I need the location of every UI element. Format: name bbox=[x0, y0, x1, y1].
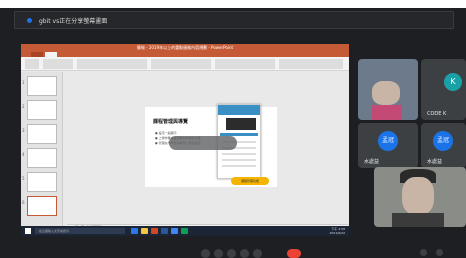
more-icon[interactable] bbox=[253, 249, 262, 258]
participant-avatar: K bbox=[444, 73, 462, 91]
thumb-number: 3 bbox=[22, 128, 25, 133]
slide-editing-area: 課程管理與導覽 ● 設定一般顯示 ● 上傳作業或其他教材的檔案內容 ● 管理在學… bbox=[67, 74, 349, 224]
explorer-icon[interactable] bbox=[141, 228, 148, 234]
participant-name: 水處益 bbox=[364, 159, 380, 165]
participant-face bbox=[372, 81, 400, 105]
participant-name: 水處益 bbox=[427, 159, 443, 165]
sharing-indicator-icon bbox=[27, 18, 32, 23]
ribbon-slides-group[interactable] bbox=[43, 59, 73, 69]
people-icon[interactable] bbox=[436, 249, 443, 256]
participant-shirt bbox=[372, 105, 402, 120]
participant-name: CODE K bbox=[427, 111, 447, 117]
participant-video-tile[interactable] bbox=[374, 167, 466, 227]
phone-row bbox=[222, 153, 256, 155]
camera-icon[interactable] bbox=[214, 249, 223, 258]
thumb-number: 1 bbox=[22, 80, 25, 85]
phone-row bbox=[222, 159, 256, 161]
phone-header bbox=[218, 105, 260, 115]
slide-thumbnail[interactable] bbox=[27, 100, 57, 120]
participant-video-tile[interactable] bbox=[358, 59, 418, 120]
slide-thumbnail[interactable] bbox=[27, 172, 57, 192]
chrome-icon[interactable] bbox=[171, 228, 178, 234]
meet-window-title: gbit vs正在分享螢幕畫面 bbox=[39, 18, 108, 25]
participant-tile-code-k[interactable]: K CODE K bbox=[421, 59, 466, 120]
ribbon-paste-group[interactable] bbox=[25, 59, 39, 69]
meet-sharing-overlay-pill[interactable] bbox=[169, 136, 237, 150]
meet-icon[interactable] bbox=[181, 228, 188, 234]
powerpoint-icon[interactable] bbox=[151, 228, 158, 234]
participant-tile[interactable]: 孟冠 水處益 bbox=[358, 123, 418, 168]
clock-date: 2021/6/22 bbox=[329, 231, 345, 235]
mic-icon[interactable] bbox=[201, 249, 210, 258]
thumb-number: 2 bbox=[22, 104, 25, 109]
leave-call-icon[interactable] bbox=[287, 249, 301, 258]
info-icon[interactable] bbox=[420, 249, 427, 256]
participant-avatar: 孟冠 bbox=[433, 131, 453, 151]
taskbar-clock: 下午 4:58 2021/6/22 bbox=[330, 227, 345, 235]
slide-thumbnail[interactable] bbox=[27, 76, 57, 96]
meet-title-bar: gbit vs正在分享螢幕畫面 bbox=[14, 11, 454, 29]
participant-face bbox=[402, 177, 434, 215]
windows-start-icon[interactable] bbox=[25, 228, 31, 234]
ribbon-font-group[interactable] bbox=[77, 59, 147, 69]
phone-row bbox=[222, 165, 256, 167]
ribbon-paragraph-group[interactable] bbox=[151, 59, 211, 69]
slide-thumbnail-pane: 1 2 3 4 5 6 bbox=[21, 72, 63, 226]
ppt-ribbon bbox=[21, 57, 349, 71]
word-icon[interactable] bbox=[161, 228, 168, 234]
slide-bullet: ● 設定一般顯示 bbox=[155, 131, 177, 135]
ppt-title-bar: 簡報 - 2019年以上的重點服務內容規劃 - PowerPoint bbox=[21, 44, 349, 52]
present-icon[interactable] bbox=[240, 249, 249, 258]
thumb-number: 4 bbox=[22, 152, 25, 157]
ribbon-editing-group[interactable] bbox=[279, 59, 343, 69]
slide-thumbnail[interactable] bbox=[27, 148, 57, 168]
thumb-number: 6 bbox=[22, 200, 25, 205]
slide-thumbnail[interactable] bbox=[27, 124, 57, 144]
shared-screen-powerpoint[interactable]: 簡報 - 2019年以上的重點服務內容規劃 - PowerPoint 1 2 3… bbox=[21, 44, 349, 236]
windows-taskbar: 在這裡輸入文字來搜尋 下午 4:58 2021/6/22 bbox=[21, 226, 349, 236]
edge-icon[interactable] bbox=[131, 228, 138, 234]
participant-shirt bbox=[392, 213, 444, 227]
slide-title: 課程管理與導覽 bbox=[153, 119, 189, 125]
slide-thumbnail-selected[interactable] bbox=[27, 196, 57, 216]
thumb-number: 5 bbox=[22, 176, 25, 181]
top-margin bbox=[0, 0, 466, 8]
participant-avatar: 孟冠 bbox=[378, 131, 398, 151]
captions-icon[interactable] bbox=[227, 249, 236, 258]
phone-image bbox=[226, 118, 256, 130]
participant-tile[interactable]: 孟冠 水處益 bbox=[421, 123, 466, 168]
taskbar-search-box[interactable]: 在這裡輸入文字來搜尋 bbox=[35, 228, 125, 234]
ribbon-drawing-group[interactable] bbox=[215, 59, 275, 69]
slide-cta-button: 課程管理功能 bbox=[231, 177, 269, 185]
